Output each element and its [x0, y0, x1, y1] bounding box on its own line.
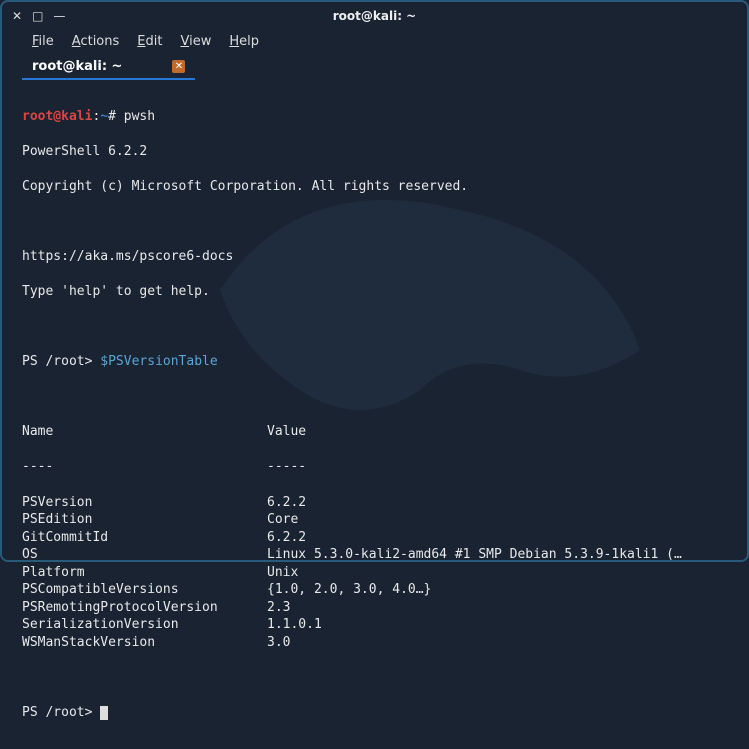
- table-row: OSLinux 5.3.0-kali2-amd64 #1 SMP Debian …: [22, 546, 727, 564]
- maximize-icon[interactable]: □: [32, 10, 43, 22]
- titlebar[interactable]: ✕ □ — root@kali: ~: [2, 2, 747, 30]
- close-icon[interactable]: ✕: [12, 10, 22, 22]
- banner-line: Copyright (c) Microsoft Corporation. All…: [22, 178, 727, 196]
- cursor: [100, 706, 108, 720]
- table-row: PSCompatibleVersions{1.0, 2.0, 3.0, 4.0……: [22, 581, 727, 599]
- blank-line: [22, 388, 727, 406]
- banner-line: Type 'help' to get help.: [22, 283, 727, 301]
- window-title: root@kali: ~: [2, 9, 747, 23]
- terminal-output[interactable]: root@kali:~# pwsh PowerShell 6.2.2 Copyr…: [2, 80, 747, 749]
- tabstrip: root@kali: ~ ✕: [2, 55, 747, 80]
- menu-actions[interactable]: Actions: [72, 34, 120, 49]
- ps-prompt-line: PS /root> $PSVersionTable: [22, 353, 727, 371]
- menu-view[interactable]: View: [180, 34, 211, 49]
- menu-help[interactable]: Help: [229, 34, 259, 49]
- typed-command: pwsh: [124, 109, 155, 124]
- prompt-path: ~: [100, 109, 108, 124]
- menubar: File Actions Edit View Help: [2, 30, 747, 55]
- blank-line: [22, 318, 727, 336]
- prompt-userhost: root@kali: [22, 109, 92, 124]
- table-row: PSRemotingProtocolVersion2.3: [22, 599, 727, 617]
- blank-line: [22, 669, 727, 687]
- table-header: NameValue: [22, 423, 727, 441]
- menu-file[interactable]: File: [32, 34, 54, 49]
- blank-line: [22, 213, 727, 231]
- table-row: PSVersion6.2.2: [22, 494, 727, 512]
- minimize-icon[interactable]: —: [53, 10, 65, 22]
- table-header-rule: ---------: [22, 458, 727, 476]
- tab-close-icon[interactable]: ✕: [172, 60, 185, 73]
- banner-line: PowerShell 6.2.2: [22, 143, 727, 161]
- table-row: WSManStackVersion3.0: [22, 634, 727, 652]
- table-row: GitCommitId6.2.2: [22, 529, 727, 547]
- banner-line: https://aka.ms/pscore6-docs: [22, 248, 727, 266]
- ps-command: $PSVersionTable: [100, 354, 217, 369]
- table-row: SerializationVersion1.1.0.1: [22, 616, 727, 634]
- shell-prompt-line: root@kali:~# pwsh: [22, 108, 727, 126]
- tab-active[interactable]: root@kali: ~ ✕: [22, 55, 195, 80]
- table-row: PSEditionCore: [22, 511, 727, 529]
- ps-prompt-line: PS /root>: [22, 704, 727, 722]
- table-row: PlatformUnix: [22, 564, 727, 582]
- menu-edit[interactable]: Edit: [137, 34, 162, 49]
- tab-label: root@kali: ~: [32, 59, 122, 74]
